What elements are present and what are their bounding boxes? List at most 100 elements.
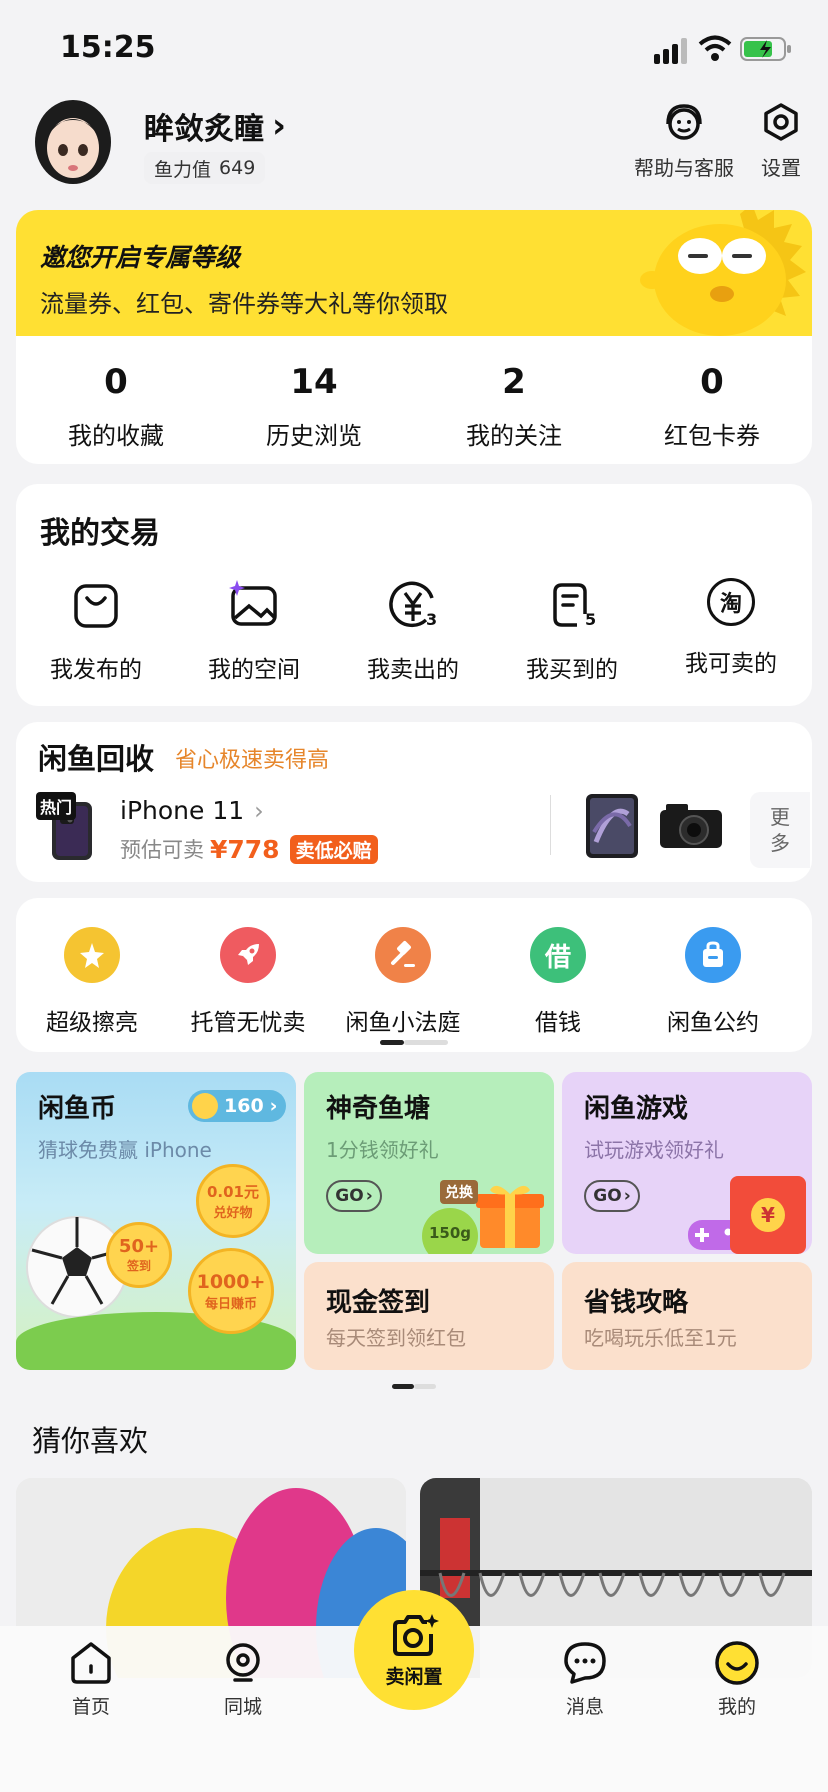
checkin-promo-card[interactable]: 现金签到 每天签到领红包 xyxy=(304,1262,554,1370)
service-label: 借钱 xyxy=(535,1010,581,1036)
help-label: 帮助与客服 xyxy=(634,156,734,180)
coin-balloon-1: 0.01元 兑好物 xyxy=(196,1164,270,1238)
service-court[interactable]: 闲鱼小法庭 xyxy=(323,927,483,1037)
game-promo-card[interactable]: 闲鱼游戏 试玩游戏领好礼 GO › ¥ xyxy=(562,1072,812,1254)
settings-button[interactable]: 设置 xyxy=(746,100,816,181)
exchange-tag: 兑换 xyxy=(440,1180,478,1204)
stat-history[interactable]: 14 历史浏览 xyxy=(234,362,394,451)
recycle-more-button[interactable]: 更多 xyxy=(750,792,810,868)
guarantee-badge: 卖低必赔 xyxy=(289,834,378,864)
rocket-icon xyxy=(220,927,276,983)
trade-sold[interactable]: 3 我卖出的 xyxy=(333,578,493,684)
nav-label: 我的 xyxy=(717,1696,756,1718)
camera-icon xyxy=(389,1612,439,1658)
avatar[interactable] xyxy=(32,96,114,186)
recycle-product[interactable]: 热门 iPhone 11 › 预估可卖 ¥778 卖低必赔 xyxy=(36,792,536,868)
profile-name-link[interactable]: 眸敛炙瞳 › xyxy=(144,104,286,148)
promo-subtitle: 吃喝玩乐低至1元 xyxy=(584,1326,737,1350)
gift-box-icon xyxy=(474,1180,546,1254)
recycle-divider xyxy=(550,795,551,855)
trade-space[interactable]: 我的空间 xyxy=(174,578,334,684)
trade-published[interactable]: 我发布的 xyxy=(16,578,176,684)
trade-label: 我买到的 xyxy=(526,657,618,683)
pond-promo-card[interactable]: 神奇鱼塘 1分钱领好礼 GO › 兑换 150g xyxy=(304,1072,554,1254)
estimate-price: ¥778 xyxy=(210,834,280,864)
stat-label: 我的关注 xyxy=(466,422,562,450)
home-icon xyxy=(68,1640,114,1686)
recycle-title: 闲鱼回收 xyxy=(38,742,155,776)
game-go-button[interactable]: GO › xyxy=(584,1180,640,1212)
nav-label: 同城 xyxy=(223,1696,262,1718)
promo-subtitle: 1分钱领好礼 xyxy=(326,1138,439,1162)
envelope-coin: ¥ xyxy=(751,1198,785,1232)
pond-go-button[interactable]: GO › xyxy=(326,1180,382,1212)
smile-icon xyxy=(714,1640,760,1686)
help-button[interactable]: 帮助与客服 xyxy=(628,100,740,181)
service-managed-sale[interactable]: 托管无忧卖 xyxy=(168,927,328,1037)
location-icon xyxy=(220,1640,266,1686)
tablet-thumbnail[interactable] xyxy=(582,792,642,864)
trade-badge: 3 xyxy=(426,610,438,629)
stat-coupons[interactable]: 0 红包卡券 xyxy=(632,362,792,451)
fish-mascot-icon xyxy=(640,210,812,336)
stat-label: 历史浏览 xyxy=(266,422,362,450)
banner-subtitle: 流量券、红包、寄件券等大礼等你领取 xyxy=(40,290,448,318)
trade-label: 我发布的 xyxy=(50,657,142,683)
stats-card: 0 我的收藏 14 历史浏览 2 我的关注 0 红包卡券 xyxy=(16,336,812,464)
gallery-icon xyxy=(227,578,281,632)
coin-icon xyxy=(192,1093,218,1119)
tao-glyph: 淘 xyxy=(719,592,742,617)
camera-thumbnail[interactable] xyxy=(658,800,724,856)
stat-value: 0 xyxy=(700,362,724,402)
fish-power-badge[interactable]: 鱼力值 649 xyxy=(144,152,266,184)
estimate-label: 预估可卖 xyxy=(120,838,204,862)
balloon-caption: 签到 xyxy=(126,1259,151,1273)
coin-promo-card[interactable]: 闲鱼币 猜球免费赢 iPhone 160 › 0.01元 兑好物 50+ 签到 … xyxy=(16,1072,296,1370)
nav-label: 首页 xyxy=(71,1696,110,1718)
settings-label: 设置 xyxy=(761,156,801,180)
service-label: 闲鱼公约 xyxy=(667,1010,759,1036)
stat-value: 14 xyxy=(290,362,338,402)
yen-coin-icon: 3 xyxy=(386,578,440,632)
trade-bought[interactable]: 5 我买到的 xyxy=(492,578,652,684)
promo-title: 现金签到 xyxy=(326,1288,431,1318)
nav-home[interactable]: 首页 xyxy=(36,1640,146,1719)
bag-icon xyxy=(69,578,123,632)
service-label: 闲鱼小法庭 xyxy=(345,1010,461,1036)
trade-label: 我的空间 xyxy=(208,657,300,683)
weight-bubble: 150g xyxy=(422,1208,478,1254)
product-name: iPhone 11 xyxy=(120,796,245,825)
banner-title: 邀您开启专属等级 xyxy=(40,243,241,272)
promo-title: 闲鱼游戏 xyxy=(584,1094,689,1124)
stat-favorites[interactable]: 0 我的收藏 xyxy=(36,362,196,451)
status-time: 15:25 xyxy=(60,30,156,65)
trade-badge: 5 xyxy=(585,610,597,629)
coin-balloon-2: 50+ 签到 xyxy=(106,1222,172,1288)
level-banner[interactable]: 邀您开启专属等级 流量券、红包、寄件券等大礼等你领取 xyxy=(16,210,812,336)
product-name-row: iPhone 11 › xyxy=(120,796,264,825)
trade-title: 我的交易 xyxy=(40,516,160,551)
balloon-caption: 每日赚币 xyxy=(204,1296,257,1312)
headset-icon xyxy=(662,100,706,144)
sparkle-star-icon xyxy=(64,927,120,983)
nav-messages[interactable]: 消息 xyxy=(530,1640,640,1719)
balloon-value: 0.01元 xyxy=(206,1183,259,1201)
nav-local[interactable]: 同城 xyxy=(188,1640,298,1719)
saving-promo-card[interactable]: 省钱攻略 吃喝玩乐低至1元 xyxy=(562,1262,812,1370)
go-label: GO xyxy=(593,1186,622,1206)
balloon-value: 1000+ xyxy=(196,1270,266,1293)
promo-subtitle: 每天签到领红包 xyxy=(326,1326,466,1350)
hot-tag: 热门 xyxy=(36,792,77,820)
service-borrow[interactable]: 借 借钱 xyxy=(478,927,638,1037)
stat-following[interactable]: 2 我的关注 xyxy=(434,362,594,451)
promo-title: 闲鱼币 xyxy=(38,1094,117,1124)
gavel-icon xyxy=(375,927,431,983)
service-super-polish[interactable]: 超级擦亮 xyxy=(12,927,172,1037)
estimate-row: 预估可卖 ¥778 卖低必赔 xyxy=(120,834,378,864)
coin-balloon-3: 1000+ 每日赚币 xyxy=(188,1248,274,1334)
chevron-right-icon: › xyxy=(365,1186,373,1206)
sell-button[interactable]: 卖闲置 xyxy=(354,1590,474,1710)
trade-sellable[interactable]: 淘 我可卖的 xyxy=(651,578,811,678)
service-pact[interactable]: 闲鱼公约 xyxy=(633,927,793,1037)
nav-mine[interactable]: 我的 xyxy=(682,1640,792,1719)
